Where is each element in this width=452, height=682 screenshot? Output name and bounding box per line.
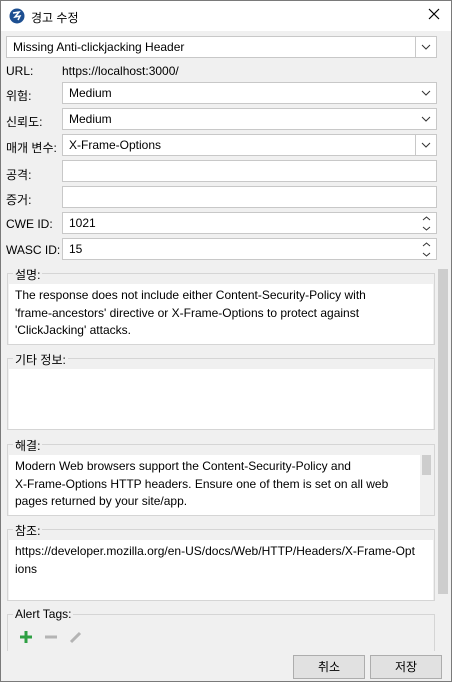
other-info-group: 기타 정보: <box>7 351 435 430</box>
confidence-label: 신뢰도: <box>6 115 43 129</box>
confidence-select[interactable]: Medium <box>62 108 437 130</box>
cwe-decrement-button[interactable] <box>416 223 436 233</box>
solution-group: 해결: Modern Web browsers support the Cont… <box>7 437 435 516</box>
chevron-up-icon <box>422 241 430 246</box>
attack-input[interactable] <box>62 160 437 182</box>
remove-tag-button[interactable] <box>42 628 60 646</box>
save-button[interactable]: 저장 <box>370 655 442 679</box>
confidence-dropdown-button[interactable] <box>416 109 436 129</box>
other-info-label: 기타 정보: <box>13 351 68 368</box>
url-value: https://localhost:3000/ <box>62 64 179 78</box>
reference-textarea[interactable]: https://developer.mozilla.org/en-US/docs… <box>9 540 433 600</box>
parameter-combo[interactable]: X-Frame-Options <box>62 134 437 156</box>
description-group: 설명: The response does not include either… <box>7 266 435 345</box>
solution-line: pages returned by your site/app. <box>15 494 188 508</box>
plus-icon <box>20 631 32 643</box>
chevron-up-icon <box>422 215 430 220</box>
description-line: The response does not include either Con… <box>15 288 366 302</box>
other-info-textarea[interactable] <box>9 369 433 429</box>
wasc-increment-button[interactable] <box>416 239 436 249</box>
parameter-value: X-Frame-Options <box>69 138 162 152</box>
attack-label: 공격: <box>6 168 32 182</box>
close-icon <box>428 8 440 20</box>
minus-icon <box>45 635 57 639</box>
zap-logo-icon <box>9 8 25 24</box>
chevron-down-icon <box>421 90 431 96</box>
reference-line: ions <box>15 561 38 576</box>
evidence-input[interactable] <box>62 186 437 208</box>
edit-tag-button[interactable] <box>67 628 85 646</box>
edit-alert-dialog: 경고 수정 Missing Anti-clickjacking Header U… <box>0 0 452 682</box>
parameter-dropdown-button[interactable] <box>415 135 436 155</box>
parameter-label: 매개 변수: <box>6 141 57 155</box>
main-scrollbar[interactable] <box>437 269 449 651</box>
description-textarea[interactable]: The response does not include either Con… <box>9 284 433 344</box>
cwe-label: CWE ID: <box>6 217 53 231</box>
evidence-label: 증거: <box>6 193 32 207</box>
title-bar: 경고 수정 <box>1 1 451 31</box>
confidence-value: Medium <box>69 112 112 126</box>
solution-scrollbar-thumb[interactable] <box>422 455 431 475</box>
wasc-label: WASC ID: <box>6 243 61 257</box>
risk-dropdown-button[interactable] <box>416 83 436 103</box>
cwe-value: 1021 <box>69 216 96 230</box>
main-scrollbar-thumb[interactable] <box>438 269 448 594</box>
risk-value: Medium <box>69 86 112 100</box>
solution-textarea[interactable]: Modern Web browsers support the Content-… <box>9 455 420 515</box>
description-label: 설명: <box>13 266 43 283</box>
risk-select[interactable]: Medium <box>62 82 437 104</box>
description-line: 'frame-ancestors' directive or X-Frame-O… <box>15 305 360 320</box>
chevron-down-icon <box>422 252 430 257</box>
cwe-increment-button[interactable] <box>416 213 436 223</box>
wasc-spinner[interactable]: 15 <box>62 238 437 260</box>
alert-name-combo[interactable]: Missing Anti-clickjacking Header <box>6 36 437 58</box>
chevron-down-icon <box>422 226 430 231</box>
chevron-down-icon <box>421 116 431 122</box>
solution-line: Modern Web browsers support the Content-… <box>15 459 351 473</box>
solution-label: 해결: <box>13 437 43 454</box>
chevron-down-icon <box>421 142 431 148</box>
wasc-decrement-button[interactable] <box>416 249 436 259</box>
cwe-spinner[interactable]: 1021 <box>62 212 437 234</box>
close-button[interactable] <box>423 5 445 27</box>
url-label: URL: <box>6 64 34 78</box>
wasc-value: 15 <box>69 242 83 256</box>
alert-tags-label: Alert Tags: <box>13 607 74 621</box>
risk-label: 위험: <box>6 89 32 103</box>
chevron-down-icon <box>421 44 431 50</box>
alert-name-dropdown-button[interactable] <box>415 37 436 57</box>
add-tag-button[interactable] <box>17 628 35 646</box>
reference-label: 참조: <box>13 522 43 539</box>
window-title: 경고 수정 <box>31 11 79 25</box>
description-line: 'ClickJacking' attacks. <box>15 323 131 337</box>
alert-name-value: Missing Anti-clickjacking Header <box>13 40 185 54</box>
reference-line: https://developer.mozilla.org/en-US/docs… <box>15 544 415 558</box>
cancel-button[interactable]: 취소 <box>293 655 365 679</box>
solution-line: X-Frame-Options HTTP headers. Ensure one… <box>15 476 389 491</box>
solution-scrollbar[interactable] <box>420 455 433 515</box>
reference-group: 참조: https://developer.mozilla.org/en-US/… <box>7 522 435 601</box>
pencil-icon <box>69 631 82 644</box>
